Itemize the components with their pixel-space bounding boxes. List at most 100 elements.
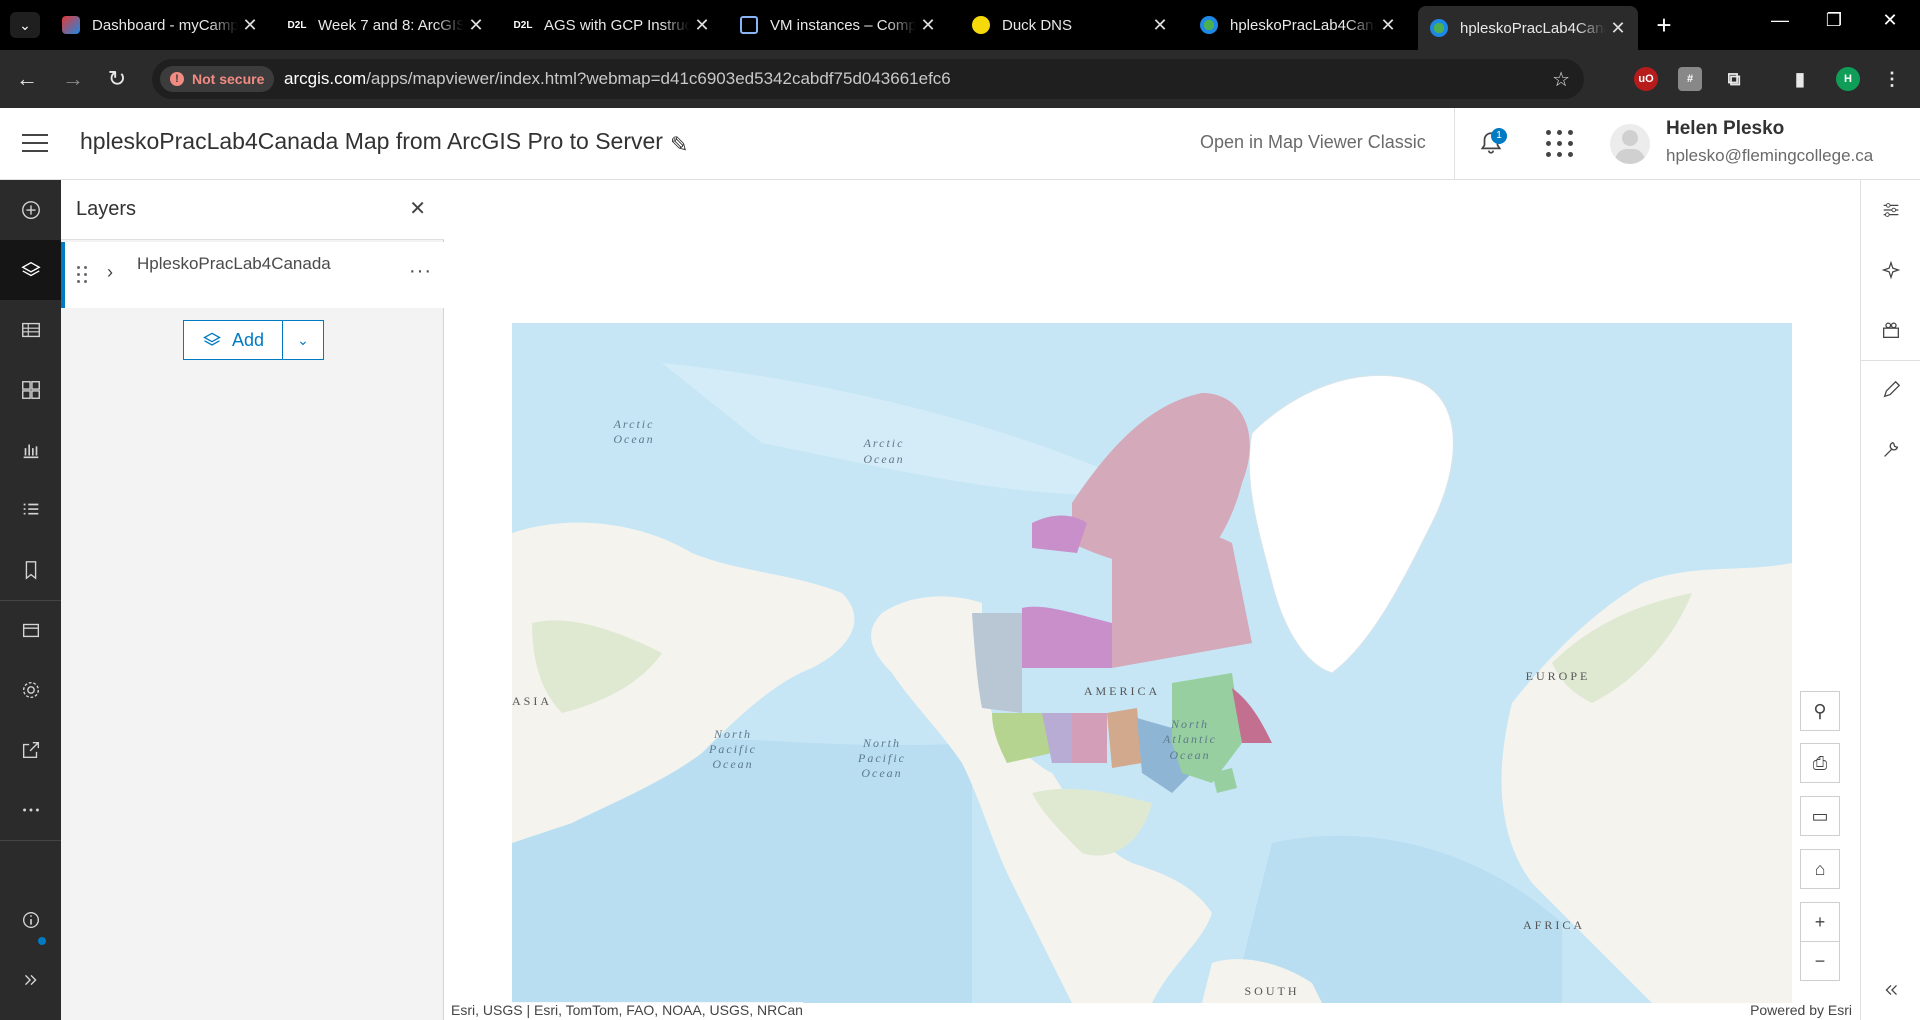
close-tab-icon[interactable]: ✕ bbox=[238, 15, 262, 36]
north-pacific-label-1: North bbox=[713, 727, 752, 741]
sketch-pen-icon[interactable] bbox=[1861, 360, 1920, 420]
d2l-favicon-icon: D2L bbox=[287, 19, 307, 31]
layers-icon[interactable] bbox=[0, 240, 61, 300]
powered-by-esri[interactable]: Powered by Esri bbox=[1750, 1002, 1852, 1018]
expand-icon[interactable] bbox=[0, 950, 61, 1010]
back-icon[interactable]: ← bbox=[12, 64, 42, 94]
forward-icon[interactable]: → bbox=[58, 64, 88, 94]
configure-wrench-icon[interactable] bbox=[1861, 420, 1920, 480]
close-tab-icon[interactable]: ✕ bbox=[1148, 15, 1172, 36]
user-email: hplesko@flemingcollege.ca bbox=[1666, 146, 1874, 165]
tab-search-button[interactable]: ⌄ bbox=[10, 12, 40, 38]
legend-icon[interactable] bbox=[0, 480, 61, 540]
right-action-bar bbox=[1860, 180, 1920, 1020]
north-atlantic-label: North bbox=[1170, 717, 1209, 731]
minimize-icon[interactable]: — bbox=[1760, 10, 1800, 31]
hamburger-menu-icon[interactable] bbox=[22, 134, 48, 154]
info-icon[interactable] bbox=[0, 890, 61, 950]
warning-icon: ! bbox=[170, 72, 184, 86]
browser-menu-icon[interactable]: ⋮ bbox=[1880, 67, 1904, 91]
north-atlantic-label-b: Atlantic bbox=[1162, 732, 1217, 746]
user-name[interactable]: Helen Plesko bbox=[1666, 118, 1784, 140]
restore-icon[interactable]: ❐ bbox=[1814, 10, 1854, 31]
header-divider bbox=[1454, 108, 1455, 180]
north-pacific-label-1b: Pacific bbox=[708, 742, 757, 756]
effects-sparkle-icon[interactable] bbox=[1861, 240, 1920, 300]
more-options-icon[interactable] bbox=[0, 780, 61, 840]
tab-title: AGS with GCP Instructions bbox=[544, 16, 690, 34]
close-panel-icon[interactable]: ✕ bbox=[409, 196, 426, 221]
tables-icon[interactable] bbox=[0, 300, 61, 360]
arctic-ocean-label-2b: Ocean bbox=[863, 452, 904, 466]
map-view[interactable]: Arctic Ocean Arctic Ocean North Pacific … bbox=[444, 180, 1860, 1020]
search-icon[interactable]: ⚲ bbox=[1800, 691, 1840, 731]
north-pacific-label-2b: Pacific bbox=[857, 751, 906, 765]
close-tab-icon[interactable]: ✕ bbox=[1376, 15, 1400, 36]
map-properties-icon[interactable] bbox=[0, 600, 61, 660]
map-canvas[interactable]: Arctic Ocean Arctic Ocean North Pacific … bbox=[512, 323, 1792, 1003]
security-chip[interactable]: ! Not secure bbox=[160, 66, 275, 92]
layer-options-icon[interactable]: ··· bbox=[409, 260, 432, 283]
arctic-ocean-label-1: Arctic bbox=[613, 417, 655, 431]
manitoba bbox=[1107, 708, 1142, 768]
layers-panel-header: Layers ✕ bbox=[61, 180, 444, 240]
close-tab-icon[interactable]: ✕ bbox=[916, 15, 940, 36]
browser-tab[interactable]: hpleskoPracLab4Canada ✕ bbox=[1188, 8, 1408, 42]
styles-icon[interactable] bbox=[1861, 300, 1920, 360]
globe-favicon-icon bbox=[1430, 19, 1448, 37]
presentation-icon[interactable]: ▭ bbox=[1800, 796, 1840, 836]
arctic-ocean-label-1b: Ocean bbox=[613, 432, 654, 446]
tab-title: Dashboard - myCampus bbox=[92, 16, 238, 34]
close-tab-icon[interactable]: ✕ bbox=[1606, 18, 1630, 39]
north-pacific-label-2c: Ocean bbox=[861, 766, 902, 780]
browser-tab[interactable]: D2L Week 7 and 8: ArcGIS ✕ bbox=[276, 8, 496, 42]
properties-sliders-icon[interactable] bbox=[1861, 180, 1920, 240]
browser-tab[interactable]: Dashboard - myCampus ✕ bbox=[50, 8, 270, 42]
share-icon[interactable] bbox=[0, 720, 61, 780]
home-icon[interactable]: ⌂ bbox=[1800, 849, 1840, 889]
asia-label: ASIA bbox=[512, 694, 552, 708]
browser-tab[interactable]: Duck DNS ✕ bbox=[960, 8, 1180, 42]
user-avatar[interactable] bbox=[1610, 124, 1650, 164]
tab-title: Week 7 and 8: ArcGIS bbox=[318, 16, 464, 34]
browser-tab-active[interactable]: hpleskoPracLab4Canada ✕ bbox=[1418, 6, 1638, 50]
chevron-right-icon[interactable]: › bbox=[107, 262, 113, 283]
edit-title-icon[interactable]: ✎ bbox=[670, 132, 688, 158]
browser-tab[interactable]: VM instances – Compute Engine ✕ bbox=[728, 8, 948, 42]
ublock-extension-icon[interactable]: uO bbox=[1634, 67, 1658, 91]
zoom-in-icon[interactable]: + bbox=[1800, 902, 1840, 942]
zoom-out-icon[interactable]: − bbox=[1800, 941, 1840, 981]
left-action-bar bbox=[0, 180, 61, 1020]
tab-title: VM instances – Compute Engine bbox=[770, 16, 916, 34]
notification-badge: 1 bbox=[1491, 128, 1507, 144]
bookmarks-icon[interactable] bbox=[0, 540, 61, 600]
basemap-icon[interactable] bbox=[0, 360, 61, 420]
settings-gear-icon[interactable] bbox=[0, 660, 61, 720]
app-launcher-icon[interactable] bbox=[1546, 130, 1574, 158]
puzzle-extensions-icon[interactable]: ⧉ bbox=[1722, 67, 1746, 91]
extension-icon[interactable]: # bbox=[1678, 67, 1702, 91]
browser-tab[interactable]: D2L AGS with GCP Instructions ✕ bbox=[502, 8, 722, 42]
add-layer-button[interactable]: Add bbox=[183, 320, 283, 360]
charts-icon[interactable] bbox=[0, 420, 61, 480]
layer-item[interactable]: › HpleskoPracLab4Canada ··· bbox=[61, 242, 444, 308]
close-tab-icon[interactable]: ✕ bbox=[464, 15, 488, 36]
duck-favicon-icon bbox=[972, 16, 990, 34]
side-panel-icon[interactable]: ▮ bbox=[1788, 67, 1812, 91]
tab-title: hpleskoPracLab4Canada bbox=[1460, 19, 1606, 37]
collapse-icon[interactable] bbox=[1861, 960, 1920, 1020]
bookmark-star-icon[interactable]: ☆ bbox=[1552, 67, 1570, 92]
reload-icon[interactable]: ↻ bbox=[102, 64, 132, 94]
close-window-icon[interactable]: ✕ bbox=[1870, 10, 1910, 31]
north-pacific-label-2: North bbox=[862, 736, 901, 750]
open-classic-link[interactable]: Open in Map Viewer Classic bbox=[1200, 132, 1426, 153]
url-field[interactable]: ! Not secure arcgis.com/apps/mapviewer/i… bbox=[152, 59, 1584, 99]
add-dropdown-button[interactable]: ⌄ bbox=[282, 320, 324, 360]
drag-handle-icon[interactable] bbox=[77, 266, 87, 284]
new-tab-button[interactable]: + bbox=[1650, 10, 1678, 41]
add-layer-icon[interactable] bbox=[0, 180, 61, 240]
profile-avatar[interactable]: H bbox=[1836, 67, 1860, 91]
url-host: arcgis.com bbox=[284, 69, 367, 88]
close-tab-icon[interactable]: ✕ bbox=[690, 15, 714, 36]
print-icon[interactable]: ⎙ bbox=[1800, 743, 1840, 783]
